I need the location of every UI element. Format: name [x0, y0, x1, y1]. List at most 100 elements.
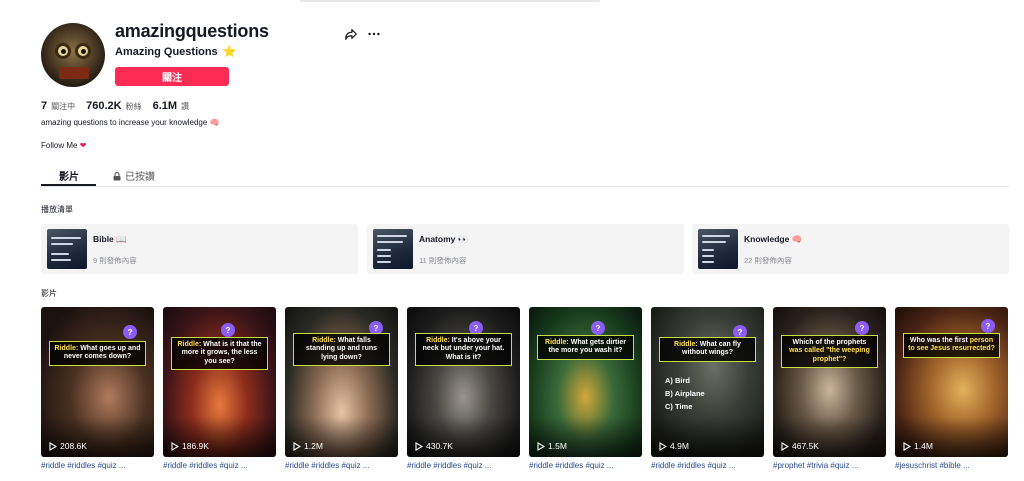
question-badge-icon: ? [855, 321, 869, 335]
video-caption: Riddle: What goes up and never comes dow… [49, 341, 146, 366]
video-tags[interactable]: #riddle #riddles #quiz ... [651, 461, 764, 470]
answer-option: A) Bird [665, 376, 690, 385]
video-tags[interactable]: #riddle #riddles #quiz ... [285, 461, 398, 470]
view-count: 430.7K [415, 441, 453, 451]
bio-text: amazing questions to increase your knowl… [41, 118, 208, 127]
following-label: 關注中 [51, 102, 76, 111]
playlist-count: 9 則發佈內容 [93, 256, 137, 265]
view-count: 1.2M [293, 441, 323, 451]
video-card[interactable]: ? Riddle: What can fly without wings? A)… [651, 307, 764, 457]
playlist-thumbnail [373, 229, 413, 269]
owl-eye-left [55, 43, 71, 59]
owl-book [59, 67, 89, 79]
video-card[interactable]: ? Riddle: What falls standing up and run… [285, 307, 398, 457]
video-card[interactable]: ? Riddle: What gets dirtier the more you… [529, 307, 642, 457]
tab-videos[interactable]: 影片 [59, 168, 79, 183]
video-caption: Riddle: What gets dirtier the more you w… [537, 335, 634, 360]
followers-count[interactable]: 760.2K [86, 100, 121, 112]
bio-line-2-text: Follow Me [41, 141, 78, 150]
video-card[interactable]: ? Which of the prophets was called "the … [773, 307, 886, 457]
video-card[interactable]: ? Riddle: What is it that the more it gr… [163, 307, 276, 457]
profile-stats: 7 關注中 760.2K 粉絲 6.1M 讚 [41, 100, 200, 112]
playlist-name: Bible 📖 [93, 234, 127, 245]
playlist-name-text: Anatomy [419, 234, 456, 244]
playlist-thumbnail [47, 229, 87, 269]
videos-heading: 影片 [41, 289, 57, 298]
video-tags[interactable]: #riddle #riddles #quiz ... [41, 461, 154, 470]
playlist-name-text: Knowledge [744, 234, 790, 244]
avatar[interactable] [41, 23, 105, 87]
video-caption: Riddle: What falls standing up and runs … [293, 333, 390, 367]
question-badge-icon: ? [981, 319, 995, 333]
follow-button[interactable]: 關注 [115, 67, 229, 86]
likes-count: 6.1M [152, 100, 178, 112]
followers-label: 粉絲 [125, 102, 142, 111]
eyes-icon: 👀 [457, 234, 469, 244]
playlist-card-anatomy[interactable]: Anatomy 👀 11 則發佈內容 [367, 224, 684, 274]
playlist-name-text: Bible [93, 234, 114, 244]
playlist-thumbnail [698, 229, 738, 269]
nickname-text: Amazing Questions [115, 46, 218, 58]
video-caption: Riddle: What is it that the more it grow… [171, 337, 268, 371]
active-tab-indicator [41, 184, 96, 186]
play-icon [781, 441, 789, 451]
play-icon [415, 441, 423, 451]
bio-line-2: Follow Me ❤ [41, 141, 86, 150]
video-tags[interactable]: #riddle #riddles #quiz ... [529, 461, 642, 470]
share-icon[interactable] [344, 27, 358, 41]
view-count: 1.4M [903, 441, 933, 451]
book-icon: 📖 [116, 234, 127, 244]
answer-options: A) Bird B) Airplane C) Time [665, 375, 705, 413]
tab-liked[interactable]: 已按讚 [113, 168, 155, 183]
brain-icon: 🧠 [791, 234, 803, 244]
question-badge-icon: ? [221, 323, 235, 337]
nickname: Amazing Questions ⭐ [115, 45, 236, 58]
video-tags[interactable]: #riddle #riddles #quiz ... [407, 461, 520, 470]
tab-liked-label: 已按讚 [125, 172, 155, 183]
answer-option: B) Airplane [665, 388, 705, 398]
play-icon [293, 441, 301, 451]
video-card[interactable]: ? Riddle: It's above your neck but under… [407, 307, 520, 457]
video-tags[interactable]: #prophet #trivia #quiz ... [773, 461, 886, 470]
video-caption: Riddle: It's above your neck but under y… [415, 333, 512, 367]
play-icon [659, 441, 667, 451]
play-icon [903, 441, 911, 451]
video-card[interactable]: ? Riddle: What goes up and never comes d… [41, 307, 154, 457]
top-divider [300, 0, 600, 2]
question-badge-icon: ? [123, 325, 137, 339]
lock-icon [113, 172, 121, 181]
bio: amazing questions to increase your knowl… [41, 118, 220, 127]
question-badge-icon: ? [591, 321, 605, 335]
username: amazingquestions [115, 21, 269, 41]
play-icon [49, 441, 57, 451]
playlists-heading: 播放清單 [41, 205, 73, 214]
playlist-count: 22 則發佈內容 [744, 256, 792, 265]
profile-tabs: 影片 已按讚 [41, 163, 1009, 187]
play-icon [171, 441, 179, 451]
star-icon: ⭐ [222, 46, 237, 58]
view-count: 186.9K [171, 441, 209, 451]
answer-option: C) Time [665, 401, 693, 411]
view-count: 467.5K [781, 441, 819, 451]
view-count: 1.5M [537, 441, 567, 451]
view-count: 4.9M [659, 441, 689, 451]
play-icon [537, 441, 545, 451]
video-caption: Which of the prophets was called "the we… [781, 335, 878, 369]
video-caption: Riddle: What can fly without wings? [659, 337, 756, 362]
more-options-icon[interactable] [367, 27, 381, 41]
video-tags[interactable]: #jesuschrist #bible ... [895, 461, 1008, 470]
playlist-name: Anatomy 👀 [419, 234, 468, 245]
playlist-card-bible[interactable]: Bible 📖 9 則發佈內容 [41, 224, 358, 274]
view-count: 208.6K [49, 441, 87, 451]
owl-eye-right [75, 43, 91, 59]
likes-label: 讚 [181, 102, 190, 111]
playlist-count: 11 則發佈內容 [419, 256, 467, 265]
heart-icon: ❤ [79, 141, 87, 150]
video-tags[interactable]: #riddle #riddles #quiz ... [163, 461, 276, 470]
following-count[interactable]: 7 [41, 100, 47, 112]
video-caption: Who was the first person to see Jesus re… [903, 333, 1000, 358]
playlist-card-knowledge[interactable]: Knowledge 🧠 22 則發佈內容 [692, 224, 1009, 274]
video-card[interactable]: ? Who was the first person to see Jesus … [895, 307, 1008, 457]
brain-icon: 🧠 [209, 118, 220, 127]
playlist-name: Knowledge 🧠 [744, 234, 802, 245]
